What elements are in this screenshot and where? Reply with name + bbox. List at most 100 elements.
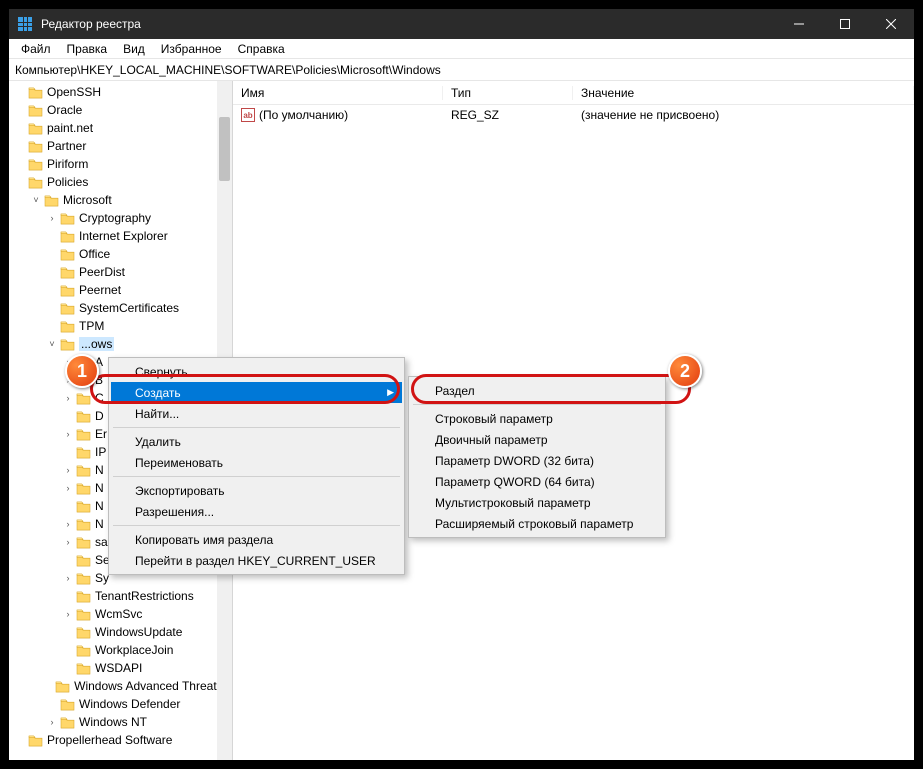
ctx-create-qword[interactable]: Параметр QWORD (64 бита) bbox=[411, 471, 663, 492]
tree-node[interactable]: OpenSSH bbox=[9, 83, 232, 101]
tree-expander-icon[interactable]: › bbox=[61, 519, 75, 529]
ctx-rename[interactable]: Переименовать bbox=[111, 452, 402, 473]
folder-icon bbox=[27, 175, 43, 189]
ctx-goto-hkcu[interactable]: Перейти в раздел HKEY_CURRENT_USER bbox=[111, 550, 402, 571]
column-header-type[interactable]: Тип bbox=[443, 86, 573, 100]
tree-expander-icon[interactable]: › bbox=[61, 393, 75, 403]
tree-node-label: Er bbox=[95, 427, 107, 441]
tree-node[interactable]: ›Windows NT bbox=[9, 713, 232, 731]
tree-node-label: D bbox=[95, 409, 104, 423]
tree-node-label: IP bbox=[95, 445, 106, 459]
badge-2: 2 bbox=[668, 354, 702, 388]
ctx-copy-key-name[interactable]: Копировать имя раздела bbox=[111, 529, 402, 550]
tree-node[interactable]: Oracle bbox=[9, 101, 232, 119]
ctx-create-string[interactable]: Строковый параметр bbox=[411, 408, 663, 429]
tree-node[interactable]: Office bbox=[9, 245, 232, 263]
menu-favorites[interactable]: Избранное bbox=[153, 40, 230, 58]
folder-icon bbox=[55, 679, 70, 693]
minimize-button[interactable] bbox=[776, 9, 822, 39]
menu-file[interactable]: Файл bbox=[13, 40, 59, 58]
tree-node[interactable]: ˅...ows bbox=[9, 335, 232, 353]
tree-expander-icon[interactable]: › bbox=[61, 429, 75, 439]
tree-node-label: Internet Explorer bbox=[79, 229, 168, 243]
folder-icon bbox=[27, 85, 43, 99]
folder-icon bbox=[27, 157, 43, 171]
tree-expander-icon[interactable]: ˅ bbox=[29, 195, 43, 205]
folder-icon bbox=[75, 409, 91, 423]
menu-help[interactable]: Справка bbox=[230, 40, 293, 58]
tree-node-label: WcmSvc bbox=[95, 607, 142, 621]
title-bar: Редактор реестра bbox=[9, 9, 914, 39]
folder-icon bbox=[59, 283, 75, 297]
tree-node-label: paint.net bbox=[47, 121, 93, 135]
tree-node[interactable]: Piriform bbox=[9, 155, 232, 173]
ctx-create-key[interactable]: Раздел bbox=[411, 380, 663, 401]
tree-node[interactable]: Windows Defender bbox=[9, 695, 232, 713]
value-name: (По умолчанию) bbox=[259, 108, 348, 122]
tree-node[interactable]: Partner bbox=[9, 137, 232, 155]
tree-node[interactable]: Internet Explorer bbox=[9, 227, 232, 245]
tree-node-label: Piriform bbox=[47, 157, 88, 171]
registry-address-bar[interactable]: Компьютер\HKEY_LOCAL_MACHINE\SOFTWARE\Po… bbox=[9, 59, 914, 81]
tree-node-label: N bbox=[95, 499, 104, 513]
tree-node[interactable]: Peernet bbox=[9, 281, 232, 299]
ctx-create-dword[interactable]: Параметр DWORD (32 бита) bbox=[411, 450, 663, 471]
tree-node[interactable]: ›Cryptography bbox=[9, 209, 232, 227]
tree-expander-icon[interactable]: › bbox=[61, 573, 75, 583]
tree-node-label: Sy bbox=[95, 571, 109, 585]
value-row-default[interactable]: ab (По умолчанию) REG_SZ (значение не пр… bbox=[233, 105, 914, 125]
ctx-permissions[interactable]: Разрешения... bbox=[111, 501, 402, 522]
folder-icon bbox=[75, 463, 91, 477]
window: Редактор реестра Файл Правка Вид Избранн… bbox=[6, 6, 917, 763]
ctx-create[interactable]: Создать ▶ bbox=[111, 382, 402, 403]
tree-node[interactable]: › WcmSvc bbox=[9, 605, 232, 623]
tree-expander-icon[interactable]: › bbox=[61, 609, 75, 619]
tree-node[interactable]: WorkplaceJoin bbox=[9, 641, 232, 659]
menu-bar: Файл Правка Вид Избранное Справка bbox=[9, 39, 914, 59]
tree-node[interactable]: paint.net bbox=[9, 119, 232, 137]
tree-node[interactable]: WindowsUpdate bbox=[9, 623, 232, 641]
ctx-collapse[interactable]: Свернуть bbox=[111, 361, 402, 382]
tree-node[interactable]: WSDAPI bbox=[9, 659, 232, 677]
create-submenu: Раздел Строковый параметр Двоичный парам… bbox=[408, 376, 666, 538]
tree-expander-icon[interactable]: › bbox=[45, 213, 59, 223]
tree-expander-icon[interactable]: › bbox=[61, 483, 75, 493]
registry-app-icon bbox=[17, 16, 33, 32]
tree-node[interactable]: ˅Microsoft bbox=[9, 191, 232, 209]
tree-node[interactable]: TPM bbox=[9, 317, 232, 335]
tree-node-label: Oracle bbox=[47, 103, 82, 117]
tree-node[interactable]: Windows Advanced Threat P bbox=[9, 677, 232, 695]
ctx-delete[interactable]: Удалить bbox=[111, 431, 402, 452]
tree-node[interactable]: Policies bbox=[9, 173, 232, 191]
tree-node[interactable]: SystemCertificates bbox=[9, 299, 232, 317]
ctx-create-label: Создать bbox=[135, 386, 181, 400]
close-button[interactable] bbox=[868, 9, 914, 39]
folder-icon bbox=[75, 553, 91, 567]
ctx-export[interactable]: Экспортировать bbox=[111, 480, 402, 501]
column-header-value[interactable]: Значение bbox=[573, 86, 914, 100]
value-type: REG_SZ bbox=[443, 108, 573, 122]
column-header-name[interactable]: Имя bbox=[233, 86, 443, 100]
folder-icon bbox=[75, 607, 91, 621]
tree-node[interactable]: Propellerhead Software bbox=[9, 731, 232, 749]
tree-node[interactable]: TenantRestrictions bbox=[9, 587, 232, 605]
tree-node[interactable]: PeerDist bbox=[9, 263, 232, 281]
tree-node-label: Office bbox=[79, 247, 110, 261]
tree-context-menu: Свернуть Создать ▶ Найти... Удалить Пере… bbox=[108, 357, 405, 575]
ctx-find[interactable]: Найти... bbox=[111, 403, 402, 424]
tree-expander-icon[interactable]: › bbox=[45, 717, 59, 727]
folder-icon bbox=[59, 229, 75, 243]
menu-edit[interactable]: Правка bbox=[59, 40, 116, 58]
tree-node-label: Policies bbox=[47, 175, 88, 189]
ctx-create-expand[interactable]: Расширяемый строковый параметр bbox=[411, 513, 663, 534]
menu-view[interactable]: Вид bbox=[115, 40, 153, 58]
folder-icon bbox=[59, 265, 75, 279]
tree-node-label: N bbox=[95, 481, 104, 495]
tree-expander-icon[interactable]: ˅ bbox=[45, 339, 59, 349]
window-title: Редактор реестра bbox=[41, 17, 776, 31]
tree-expander-icon[interactable]: › bbox=[61, 537, 75, 547]
ctx-create-binary[interactable]: Двоичный параметр bbox=[411, 429, 663, 450]
tree-expander-icon[interactable]: › bbox=[61, 465, 75, 475]
maximize-button[interactable] bbox=[822, 9, 868, 39]
ctx-create-multi[interactable]: Мультистроковый параметр bbox=[411, 492, 663, 513]
